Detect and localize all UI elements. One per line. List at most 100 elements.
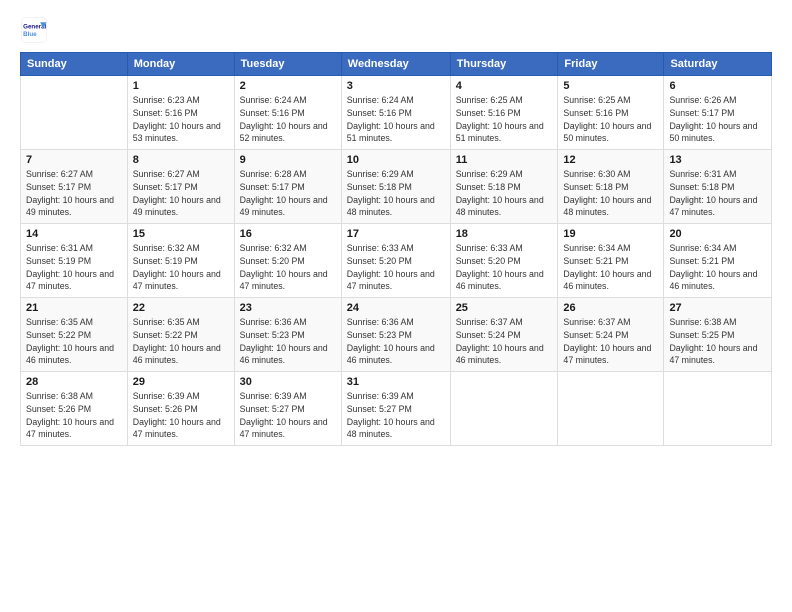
calendar-cell-w0d5: 5 Sunrise: 6:25 AM Sunset: 5:16 PM Daylig…	[558, 76, 664, 150]
day-info: Sunrise: 6:37 AM Sunset: 5:24 PM Dayligh…	[456, 316, 553, 367]
day-info: Sunrise: 6:34 AM Sunset: 5:21 PM Dayligh…	[669, 242, 766, 293]
day-number: 2	[240, 80, 336, 92]
calendar-cell-w2d4: 18 Sunrise: 6:33 AM Sunset: 5:20 PM Dayli…	[450, 224, 558, 298]
day-info: Sunrise: 6:34 AM Sunset: 5:21 PM Dayligh…	[563, 242, 658, 293]
day-number: 11	[456, 154, 553, 166]
day-number: 10	[347, 154, 445, 166]
calendar-cell-w4d1: 29Sunrise: 6:39 AM Sunset: 5:26 PM Dayli…	[127, 372, 234, 446]
calendar-cell-w4d4	[450, 372, 558, 446]
day-info: Sunrise: 6:38 AM Sunset: 5:26 PM Dayligh…	[26, 390, 122, 441]
day-number: 14	[26, 228, 122, 240]
calendar-cell-w3d1: 22 Sunrise: 6:35 AM Sunset: 5:22 PM Dayli…	[127, 298, 234, 372]
day-number: 26	[563, 302, 658, 314]
day-number: 4	[456, 80, 553, 92]
calendar-cell-w4d0: 28 Sunrise: 6:38 AM Sunset: 5:26 PM Dayli…	[21, 372, 128, 446]
calendar-cell-w0d4: 4 Sunrise: 6:25 AM Sunset: 5:16 PM Daylig…	[450, 76, 558, 150]
calendar-cell-w1d5: 12 Sunrise: 6:30 AM Sunset: 5:18 PM Dayli…	[558, 150, 664, 224]
calendar-cell-w0d2: 2 Sunrise: 6:24 AM Sunset: 5:16 PM Daylig…	[234, 76, 341, 150]
day-number: 16	[240, 228, 336, 240]
calendar-cell-w2d2: 16 Sunrise: 6:32 AM Sunset: 5:20 PM Dayli…	[234, 224, 341, 298]
calendar-cell-w2d5: 19 Sunrise: 6:34 AM Sunset: 5:21 PM Dayli…	[558, 224, 664, 298]
day-number: 25	[456, 302, 553, 314]
calendar-cell-w4d5	[558, 372, 664, 446]
calendar-cell-w3d4: 25 Sunrise: 6:37 AM Sunset: 5:24 PM Dayli…	[450, 298, 558, 372]
day-number: 13	[669, 154, 766, 166]
calendar-cell-w0d6: 6 Sunrise: 6:26 AM Sunset: 5:17 PM Daylig…	[664, 76, 772, 150]
calendar-cell-w3d6: 27 Sunrise: 6:38 AM Sunset: 5:25 PM Dayli…	[664, 298, 772, 372]
day-info: Sunrise: 6:37 AM Sunset: 5:24 PM Dayligh…	[563, 316, 658, 367]
calendar-cell-w1d6: 13 Sunrise: 6:31 AM Sunset: 5:18 PM Dayli…	[664, 150, 772, 224]
day-number: 3	[347, 80, 445, 92]
calendar-cell-w2d1: 15 Sunrise: 6:32 AM Sunset: 5:19 PM Dayli…	[127, 224, 234, 298]
day-info: Sunrise: 6:31 AM Sunset: 5:18 PM Dayligh…	[669, 168, 766, 219]
calendar-cell-w3d3: 24 Sunrise: 6:36 AM Sunset: 5:23 PM Dayli…	[341, 298, 450, 372]
calendar-cell-w4d2: 30 Sunrise: 6:39 AM Sunset: 5:27 PM Dayli…	[234, 372, 341, 446]
day-number: 15	[133, 228, 229, 240]
calendar-cell-w1d2: 9 Sunrise: 6:28 AM Sunset: 5:17 PM Daylig…	[234, 150, 341, 224]
day-number: 5	[563, 80, 658, 92]
day-info: Sunrise: 6:36 AM Sunset: 5:23 PM Dayligh…	[240, 316, 336, 367]
column-header-thursday: Thursday	[450, 53, 558, 76]
day-info: Sunrise: 6:23 AM Sunset: 5:16 PM Dayligh…	[133, 94, 229, 145]
day-number: 12	[563, 154, 658, 166]
day-info: Sunrise: 6:33 AM Sunset: 5:20 PM Dayligh…	[456, 242, 553, 293]
column-header-monday: Monday	[127, 53, 234, 76]
day-number: 18	[456, 228, 553, 240]
logo: General Blue	[20, 16, 48, 44]
day-info: Sunrise: 6:35 AM Sunset: 5:22 PM Dayligh…	[26, 316, 122, 367]
calendar-cell-w1d3: 10 Sunrise: 6:29 AM Sunset: 5:18 PM Dayli…	[341, 150, 450, 224]
day-number: 9	[240, 154, 336, 166]
day-info: Sunrise: 6:33 AM Sunset: 5:20 PM Dayligh…	[347, 242, 445, 293]
day-number: 24	[347, 302, 445, 314]
logo-icon: General Blue	[20, 16, 48, 44]
day-info: Sunrise: 6:27 AM Sunset: 5:17 PM Dayligh…	[133, 168, 229, 219]
day-info: Sunrise: 6:28 AM Sunset: 5:17 PM Dayligh…	[240, 168, 336, 219]
day-number: 1	[133, 80, 229, 92]
day-number: 8	[133, 154, 229, 166]
calendar-cell-w0d3: 3 Sunrise: 6:24 AM Sunset: 5:16 PM Daylig…	[341, 76, 450, 150]
day-info: Sunrise: 6:36 AM Sunset: 5:23 PM Dayligh…	[347, 316, 445, 367]
calendar-cell-w2d6: 20 Sunrise: 6:34 AM Sunset: 5:21 PM Dayli…	[664, 224, 772, 298]
column-header-saturday: Saturday	[664, 53, 772, 76]
day-number: 21	[26, 302, 122, 314]
day-info: Sunrise: 6:29 AM Sunset: 5:18 PM Dayligh…	[456, 168, 553, 219]
day-info: Sunrise: 6:38 AM Sunset: 5:25 PM Dayligh…	[669, 316, 766, 367]
column-header-tuesday: Tuesday	[234, 53, 341, 76]
day-info: Sunrise: 6:24 AM Sunset: 5:16 PM Dayligh…	[240, 94, 336, 145]
day-info: Sunrise: 6:39 AM Sunset: 5:27 PM Dayligh…	[240, 390, 336, 441]
day-number: 28	[26, 376, 122, 388]
day-number: 19	[563, 228, 658, 240]
day-info: Sunrise: 6:32 AM Sunset: 5:19 PM Dayligh…	[133, 242, 229, 293]
day-number: 27	[669, 302, 766, 314]
calendar-cell-w3d0: 21 Sunrise: 6:35 AM Sunset: 5:22 PM Dayli…	[21, 298, 128, 372]
svg-text:Blue: Blue	[23, 31, 37, 38]
calendar-cell-w2d3: 17Sunrise: 6:33 AM Sunset: 5:20 PM Dayli…	[341, 224, 450, 298]
day-number: 20	[669, 228, 766, 240]
day-info: Sunrise: 6:24 AM Sunset: 5:16 PM Dayligh…	[347, 94, 445, 145]
calendar-cell-w1d0: 7Sunrise: 6:27 AM Sunset: 5:17 PM Daylig…	[21, 150, 128, 224]
day-number: 6	[669, 80, 766, 92]
calendar-cell-w2d0: 14Sunrise: 6:31 AM Sunset: 5:19 PM Dayli…	[21, 224, 128, 298]
day-info: Sunrise: 6:39 AM Sunset: 5:27 PM Dayligh…	[347, 390, 445, 441]
day-number: 31	[347, 376, 445, 388]
calendar-cell-w3d2: 23 Sunrise: 6:36 AM Sunset: 5:23 PM Dayli…	[234, 298, 341, 372]
calendar-cell-w0d0	[21, 76, 128, 150]
day-info: Sunrise: 6:29 AM Sunset: 5:18 PM Dayligh…	[347, 168, 445, 219]
day-info: Sunrise: 6:26 AM Sunset: 5:17 PM Dayligh…	[669, 94, 766, 145]
day-info: Sunrise: 6:30 AM Sunset: 5:18 PM Dayligh…	[563, 168, 658, 219]
day-info: Sunrise: 6:32 AM Sunset: 5:20 PM Dayligh…	[240, 242, 336, 293]
column-header-sunday: Sunday	[21, 53, 128, 76]
column-header-friday: Friday	[558, 53, 664, 76]
day-info: Sunrise: 6:35 AM Sunset: 5:22 PM Dayligh…	[133, 316, 229, 367]
calendar-cell-w3d5: 26 Sunrise: 6:37 AM Sunset: 5:24 PM Dayli…	[558, 298, 664, 372]
day-number: 29	[133, 376, 229, 388]
calendar-cell-w4d6	[664, 372, 772, 446]
column-header-wednesday: Wednesday	[341, 53, 450, 76]
day-info: Sunrise: 6:25 AM Sunset: 5:16 PM Dayligh…	[563, 94, 658, 145]
day-number: 23	[240, 302, 336, 314]
day-number: 7	[26, 154, 122, 166]
day-number: 30	[240, 376, 336, 388]
day-number: 22	[133, 302, 229, 314]
day-info: Sunrise: 6:25 AM Sunset: 5:16 PM Dayligh…	[456, 94, 553, 145]
calendar-cell-w0d1: 1 Sunrise: 6:23 AM Sunset: 5:16 PM Daylig…	[127, 76, 234, 150]
